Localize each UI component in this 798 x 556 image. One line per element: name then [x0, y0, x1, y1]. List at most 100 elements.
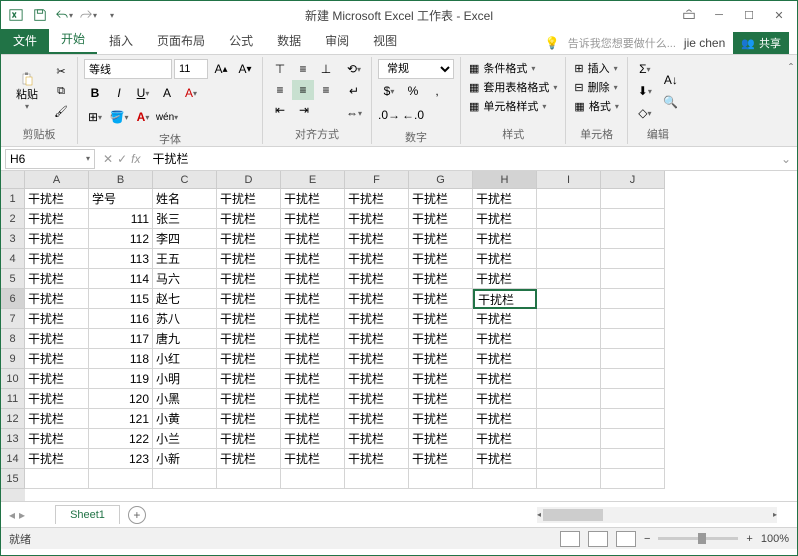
cell[interactable]: 120 — [89, 389, 153, 409]
cell[interactable]: 张三 — [153, 209, 217, 229]
row-header[interactable]: 4 — [1, 249, 25, 269]
tab-review[interactable]: 审阅 — [313, 27, 361, 54]
cell[interactable]: 干扰栏 — [409, 389, 473, 409]
fill-color-icon[interactable]: 🪣▾ — [108, 107, 130, 127]
insert-cells-button[interactable]: ⊞插入▾ — [572, 59, 620, 77]
cell[interactable] — [345, 469, 409, 489]
cell[interactable]: 114 — [89, 269, 153, 289]
cell[interactable]: 干扰栏 — [473, 449, 537, 469]
fill-icon[interactable]: ⬇▾ — [634, 81, 656, 101]
cell[interactable] — [25, 469, 89, 489]
phonetic-icon[interactable]: wén▾ — [156, 107, 178, 127]
cell[interactable]: 118 — [89, 349, 153, 369]
cell[interactable]: 干扰栏 — [25, 409, 89, 429]
cell[interactable] — [537, 389, 601, 409]
cell[interactable]: 113 — [89, 249, 153, 269]
conditional-format-button[interactable]: ▦条件格式▾ — [467, 59, 559, 77]
page-layout-view-icon[interactable] — [588, 531, 608, 547]
align-right-icon[interactable]: ≡ — [315, 80, 337, 100]
cell[interactable]: 干扰栏 — [409, 189, 473, 209]
name-box[interactable]: H6▾ — [5, 149, 95, 169]
cell[interactable]: 干扰栏 — [217, 209, 281, 229]
cell[interactable]: 干扰栏 — [217, 289, 281, 309]
cell[interactable]: 干扰栏 — [473, 309, 537, 329]
save-icon[interactable] — [29, 4, 51, 26]
bold-icon[interactable]: B — [84, 83, 106, 103]
col-header[interactable]: B — [89, 171, 153, 189]
cell[interactable]: 干扰栏 — [281, 249, 345, 269]
select-all-corner[interactable] — [1, 171, 25, 189]
cell[interactable]: 干扰栏 — [281, 329, 345, 349]
cell[interactable] — [537, 189, 601, 209]
row-header[interactable]: 6 — [1, 289, 25, 309]
font-theme-icon[interactable]: A▾ — [132, 107, 154, 127]
col-header[interactable]: G — [409, 171, 473, 189]
cell[interactable]: 干扰栏 — [281, 269, 345, 289]
cell[interactable] — [217, 469, 281, 489]
decrease-decimal-icon[interactable]: ←.0 — [402, 105, 424, 125]
cell[interactable] — [89, 469, 153, 489]
cell[interactable]: 干扰栏 — [345, 449, 409, 469]
undo-icon[interactable]: ▾ — [53, 4, 75, 26]
cell[interactable]: 干扰栏 — [217, 349, 281, 369]
row-header[interactable]: 9 — [1, 349, 25, 369]
cell[interactable]: 干扰栏 — [473, 289, 537, 309]
cell[interactable]: 111 — [89, 209, 153, 229]
sheet-tab[interactable]: Sheet1 — [55, 505, 120, 524]
cell[interactable]: 干扰栏 — [409, 369, 473, 389]
cell[interactable]: 干扰栏 — [281, 369, 345, 389]
comma-icon[interactable]: , — [426, 81, 448, 101]
tab-layout[interactable]: 页面布局 — [145, 27, 217, 54]
tab-data[interactable]: 数据 — [265, 27, 313, 54]
cell[interactable]: 干扰栏 — [409, 249, 473, 269]
cell[interactable]: 干扰栏 — [345, 409, 409, 429]
italic-icon[interactable]: I — [108, 83, 130, 103]
cell[interactable]: 干扰栏 — [473, 329, 537, 349]
cell[interactable]: 小黑 — [153, 389, 217, 409]
cell[interactable]: 干扰栏 — [473, 429, 537, 449]
wrap-text-icon[interactable]: ↵ — [343, 81, 365, 101]
cell[interactable] — [473, 469, 537, 489]
font-super-icon[interactable]: A — [156, 83, 178, 103]
cell[interactable]: 116 — [89, 309, 153, 329]
row-header[interactable]: 2 — [1, 209, 25, 229]
cell[interactable]: 小黄 — [153, 409, 217, 429]
cell[interactable]: 干扰栏 — [217, 409, 281, 429]
cell[interactable]: 王五 — [153, 249, 217, 269]
cell[interactable] — [153, 469, 217, 489]
zoom-in-icon[interactable]: + — [746, 533, 752, 545]
cell[interactable] — [409, 469, 473, 489]
cell[interactable] — [281, 469, 345, 489]
zoom-out-icon[interactable]: − — [644, 533, 650, 545]
cell[interactable]: 干扰栏 — [217, 449, 281, 469]
expand-formula-icon[interactable]: ⌄ — [775, 152, 797, 166]
cell[interactable] — [537, 249, 601, 269]
row-header[interactable]: 13 — [1, 429, 25, 449]
cell[interactable]: 小明 — [153, 369, 217, 389]
cut-icon[interactable]: ✂ — [51, 63, 71, 81]
cell[interactable] — [601, 229, 665, 249]
cell[interactable]: 干扰栏 — [345, 229, 409, 249]
page-break-view-icon[interactable] — [616, 531, 636, 547]
redo-icon[interactable]: ▾ — [77, 4, 99, 26]
font-color-icon[interactable]: A▾ — [180, 83, 202, 103]
cell[interactable]: 干扰栏 — [281, 449, 345, 469]
zoom-slider[interactable] — [658, 537, 738, 540]
cell[interactable]: 干扰栏 — [25, 209, 89, 229]
cell[interactable] — [601, 389, 665, 409]
clear-icon[interactable]: ◇▾ — [634, 103, 656, 123]
cell[interactable]: 干扰栏 — [473, 229, 537, 249]
cell[interactable]: 干扰栏 — [473, 369, 537, 389]
tab-file[interactable]: 文件 — [1, 27, 49, 54]
maximize-icon[interactable]: ☐ — [735, 5, 763, 25]
cell[interactable]: 干扰栏 — [345, 269, 409, 289]
cell[interactable]: 干扰栏 — [25, 429, 89, 449]
row-header[interactable]: 11 — [1, 389, 25, 409]
merge-icon[interactable]: ⇔▾ — [343, 103, 365, 123]
cell[interactable]: 干扰栏 — [25, 269, 89, 289]
cell[interactable] — [601, 249, 665, 269]
align-bottom-icon[interactable]: ⊥ — [315, 59, 337, 79]
tab-home[interactable]: 开始 — [49, 25, 97, 54]
cell[interactable] — [601, 349, 665, 369]
cell[interactable]: 干扰栏 — [25, 349, 89, 369]
